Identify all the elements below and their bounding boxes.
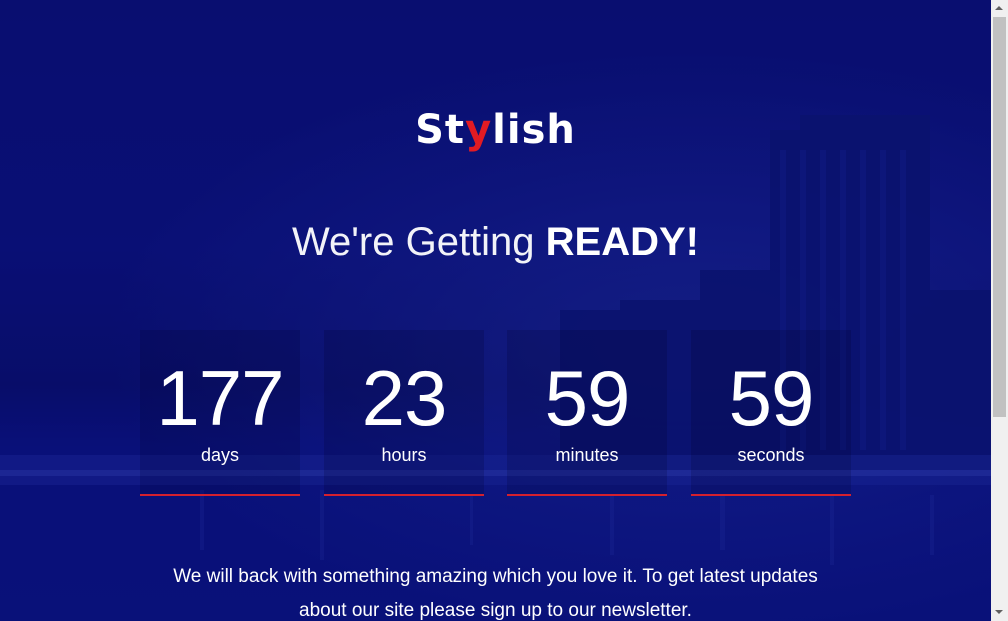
page-title: We're Getting READY! bbox=[0, 216, 991, 268]
intro-message-line1: We will back with something amazing whic… bbox=[173, 566, 818, 587]
countdown-divider bbox=[140, 494, 300, 496]
countdown-days-value: 177 bbox=[156, 354, 284, 442]
coming-soon-section: Stylish We're Getting READY! 177 days 23… bbox=[0, 0, 991, 621]
title-light-text: We're Getting bbox=[291, 220, 546, 264]
logo-text-part1: St bbox=[415, 107, 466, 153]
logo-text-part2: lish bbox=[492, 107, 576, 153]
countdown-hours: 23 hours bbox=[324, 330, 484, 496]
scrollbar-thumb[interactable] bbox=[993, 17, 1006, 417]
logo[interactable]: Stylish bbox=[0, 106, 991, 154]
countdown-seconds: 59 seconds bbox=[691, 330, 851, 496]
countdown-days-label: days bbox=[200, 445, 240, 465]
countdown-divider bbox=[507, 494, 667, 496]
intro-message-line2: about our site please sign up to our new… bbox=[299, 600, 692, 621]
title-bold-text: READY! bbox=[545, 220, 699, 264]
countdown-hours-label: hours bbox=[381, 445, 427, 465]
countdown-hours-value: 23 bbox=[361, 354, 448, 442]
countdown-minutes: 59 minutes bbox=[507, 330, 667, 496]
page: Stylish We're Getting READY! 177 days 23… bbox=[0, 0, 1008, 621]
vertical-scrollbar[interactable] bbox=[991, 0, 1008, 621]
countdown-minutes-label: minutes bbox=[555, 445, 619, 465]
scroll-down-arrow-icon[interactable] bbox=[991, 604, 1008, 621]
intro-message: We will back with something amazing whic… bbox=[0, 560, 991, 621]
countdown-divider bbox=[691, 494, 851, 496]
countdown-seconds-value: 59 bbox=[728, 354, 815, 442]
logo-text-accent: y bbox=[465, 107, 493, 153]
countdown-days: 177 days bbox=[140, 330, 300, 496]
scroll-up-arrow-icon[interactable] bbox=[991, 0, 1008, 17]
countdown-minutes-value: 59 bbox=[544, 354, 631, 442]
countdown-divider bbox=[324, 494, 484, 496]
countdown-seconds-label: seconds bbox=[737, 445, 805, 465]
countdown-timer: 177 days 23 hours 59 minutes 59 seconds bbox=[140, 330, 851, 500]
